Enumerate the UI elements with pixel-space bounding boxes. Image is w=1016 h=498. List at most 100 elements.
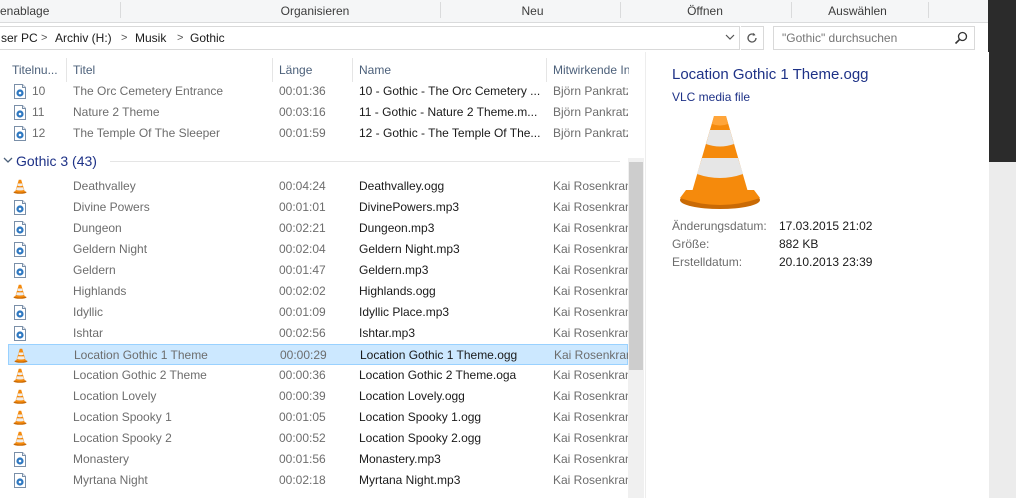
table-row[interactable]: 12 The Temple Of The Sleeper 00:01:59 12 - … [8,123,628,144]
table-row[interactable]: Ishtar 00:02:56 Ishtar.mp3 Kai Rosenkranz [8,323,628,344]
cell-length: 00:02:18 [279,473,326,487]
cell-artist: Kai Rosenkranz [553,221,628,235]
column-divider[interactable] [352,58,353,82]
file-list[interactable]: Titelnu... Titel Länge Name Mitwirkende … [0,52,644,498]
cell-length: 00:01:59 [279,126,326,140]
cell-title: Myrtana Night [73,473,148,487]
breadcrumb-musik[interactable]: Musik [135,27,166,49]
search-box[interactable] [773,26,975,50]
address-bar[interactable]: ser PC > Archiv (H:) > Musik > Gothic [0,26,740,50]
cell-track-number: 12 [32,126,46,140]
cell-length: 00:02:02 [279,284,326,298]
ribbon-divider [791,2,792,18]
ribbon-group-clipboard[interactable]: enablage [0,0,60,22]
table-row[interactable]: Deathvalley 00:04:24 Deathvalley.ogg Kai Ro… [8,176,628,197]
property-label: Erstelldatum: [672,255,743,269]
ribbon-group-organize[interactable]: Organisieren [240,0,390,22]
cell-artist: Kai Rosenkranz [553,326,628,340]
address-history-dropdown-icon[interactable] [725,27,735,49]
breadcrumb-separator[interactable]: > [121,27,127,49]
search-icon[interactable] [954,31,968,45]
cell-artist: Kai Rosenkranz [553,284,628,298]
table-row[interactable]: Geldern Night 00:02:04 Geldern Night.mp3 Ka… [8,239,628,260]
column-header-title[interactable]: Titel [73,60,263,80]
cell-file-name: Dungeon.mp3 [359,221,435,235]
cell-track-number: 10 [32,84,46,98]
cell-length: 00:01:56 [279,452,326,466]
table-row[interactable]: Divine Powers 00:01:01 DivinePowers.mp3 Kai… [8,197,628,218]
vlc-cone-icon [13,431,27,446]
mp3-file-icon [13,263,27,278]
cell-track-number: 11 [32,105,45,119]
table-row[interactable]: Location Gothic 2 Theme 00:00:36 Location … [8,365,628,386]
table-row[interactable]: 11 Nature 2 Theme 00:03:16 11 - Gothic - Na… [8,102,628,123]
table-row[interactable]: Geldern 00:01:47 Geldern.mp3 Kai Rosenkranz [8,260,628,281]
vlc-cone-icon [13,284,27,299]
cell-artist: Kai Rosenkranz [553,473,628,487]
breadcrumb-this-pc[interactable]: ser PC [1,27,38,49]
chevron-down-icon[interactable] [3,155,13,165]
cell-file-name: Highlands.ogg [359,284,436,298]
column-header-name[interactable]: Name [359,60,544,80]
ribbon-divider [440,2,441,18]
table-row[interactable]: Idyllic 00:01:09 Idyllic Place.mp3 Kai Rose… [8,302,628,323]
property-label: Größe: [672,237,710,251]
cell-title: Highlands [73,284,127,298]
mp3-file-icon [13,305,27,320]
table-row[interactable]: Myrtana Night 00:02:18 Myrtana Night.mp3 Ka… [8,470,628,491]
ribbon-divider [120,2,121,18]
column-header-artist[interactable]: Mitwirkende In [553,60,629,80]
group-header-gothic-3[interactable]: Gothic 3 (43) [16,153,97,169]
cell-artist: Björn Pankratz [553,105,628,119]
cell-length: 00:03:16 [279,105,326,119]
ribbon-group-new[interactable]: Neu [490,0,575,22]
cell-file-name: Idyllic Place.mp3 [359,305,450,319]
cell-file-name: 11 - Gothic - Nature 2 Theme.m... [359,105,538,119]
vlc-cone-icon [14,348,28,363]
preview-file-name: Location Gothic 1 Theme.ogg [672,66,869,83]
table-row[interactable]: Dungeon 00:02:21 Dungeon.mp3 Kai Rosenkranz [8,218,628,239]
cell-artist: Kai Rosenkranz [554,348,629,362]
breadcrumb-separator[interactable]: > [177,27,183,49]
vlc-cone-icon [13,410,27,425]
cell-file-name: Location Lovely.ogg [359,389,465,403]
cell-file-name: DivinePowers.mp3 [359,200,460,214]
cell-title: The Orc Cemetery Entrance [73,84,224,98]
cell-artist: Kai Rosenkranz [553,242,628,256]
preview-file-type: VLC media file [672,90,751,104]
table-row[interactable]: Monastery 00:01:56 Monastery.mp3 Kai Rosenk… [8,449,628,470]
column-header-length[interactable]: Länge [279,60,349,80]
cell-length: 00:00:39 [279,389,326,403]
breadcrumb-gothic[interactable]: Gothic [190,27,225,49]
ribbon-group-open[interactable]: Öffnen [660,0,750,22]
mp3-file-icon [13,326,27,341]
refresh-button[interactable] [741,26,764,50]
cell-length: 00:01:36 [279,84,326,98]
column-header-track-number[interactable]: Titelnu... [12,60,64,80]
table-row[interactable]: Highlands 00:02:02 Highlands.ogg Kai Rosenk… [8,281,628,302]
cell-file-name: 12 - Gothic - The Temple Of The... [359,126,541,140]
table-row[interactable]: Location Lovely 00:00:39 Location Lovely.o… [8,386,628,407]
search-input[interactable] [774,27,960,49]
preview-pane: Location Gothic 1 Theme.ogg VLC media fi… [645,52,989,498]
cell-title: Location Spooky 2 [73,431,172,445]
column-divider[interactable] [272,58,273,82]
scrollbar-thumb[interactable] [629,162,643,370]
breadcrumb-archiv-drive[interactable]: Archiv (H:) [55,27,112,49]
vlc-cone-icon [680,116,760,209]
ribbon-group-select[interactable]: Auswählen [805,0,910,22]
breadcrumb-separator[interactable]: > [41,27,47,49]
table-row[interactable]: 10 The Orc Cemetery Entrance 00:01:36 10 - … [8,81,628,102]
cell-artist: Kai Rosenkranz [553,179,628,193]
property-label: Änderungsdatum: [672,219,767,233]
column-divider[interactable] [66,58,67,82]
mp3-file-icon [13,221,27,236]
cell-file-name: Geldern Night.mp3 [359,242,460,256]
table-row[interactable]: Location Spooky 1 00:01:05 Location Spooky… [8,407,628,428]
cell-length: 00:02:21 [279,221,326,235]
cell-length: 00:00:29 [280,348,327,362]
table-row-selected[interactable]: Location Gothic 1 Theme 00:00:29 Location … [8,344,629,365]
column-divider[interactable] [546,58,547,82]
table-row[interactable]: Location Spooky 2 00:00:52 Location Spooky… [8,428,628,449]
cell-length: 00:00:52 [279,431,326,445]
